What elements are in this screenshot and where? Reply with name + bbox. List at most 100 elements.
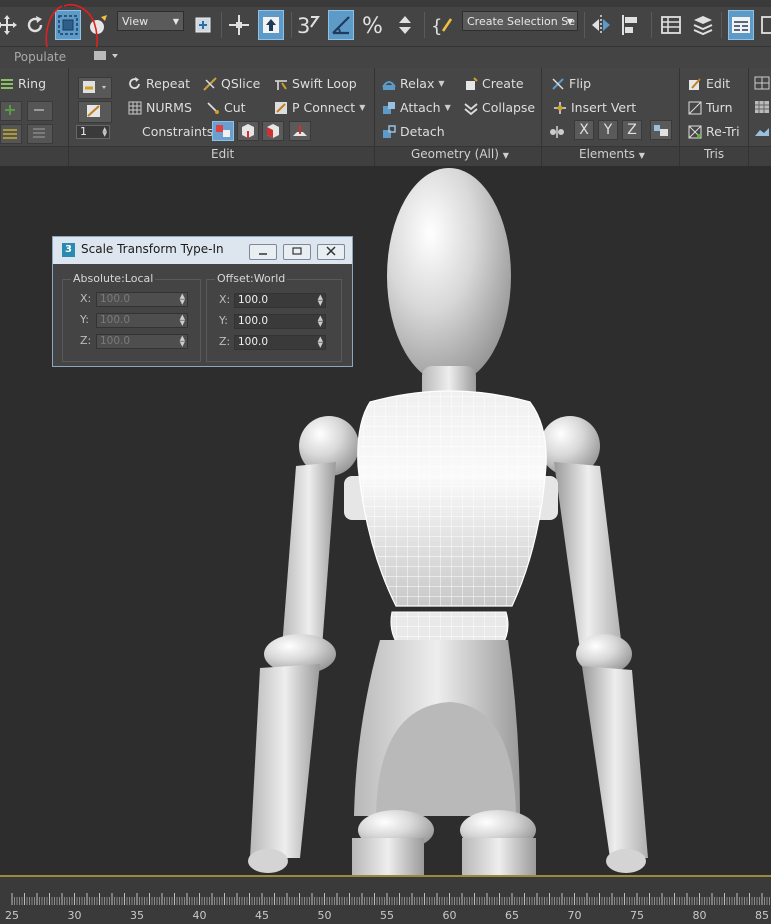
offset-y-field[interactable]: 100.0 ▲ ▼ [234, 314, 326, 329]
detach-button[interactable]: Detach [382, 124, 445, 139]
z-axis-button[interactable]: Z [622, 120, 642, 140]
turn-button[interactable]: Turn [688, 100, 733, 115]
axis-symmetry-icon [549, 124, 565, 143]
insert-vert-button[interactable]: Insert Vert [553, 100, 636, 115]
geometry-panel-label[interactable]: Geometry (All) ▼ [411, 147, 509, 161]
timeline-frame-label: 85 [755, 909, 769, 922]
p-connect-label: P Connect [292, 100, 356, 115]
shrink-button[interactable] [27, 101, 53, 121]
scale-transform-type-in-dialog: 3 Scale Transform Type-In Absolute:Local… [52, 236, 353, 367]
elements-panel-label[interactable]: Elements ▼ [579, 147, 645, 161]
timeline-frame-label: 50 [317, 909, 332, 922]
ring-mode-button[interactable] [27, 124, 53, 144]
create-label: Create [482, 76, 524, 91]
ribbon-toggle-icon[interactable] [728, 10, 754, 40]
layer-explorer-icon[interactable] [690, 10, 716, 40]
repeat-button[interactable]: Repeat [128, 76, 190, 91]
ring-button[interactable]: Ring [0, 76, 46, 91]
collapse-button[interactable]: Collapse [464, 100, 535, 115]
percent-snap-icon[interactable]: % [360, 10, 386, 40]
absolute-local-label: Absolute:Local [71, 272, 156, 285]
grow-button[interactable] [0, 101, 22, 121]
swift-loop-button[interactable]: Swift Loop [274, 76, 357, 91]
relax-label: Relax [400, 76, 435, 91]
dialog-title: Scale Transform Type-In [81, 242, 224, 256]
view-dropdown-label: View [122, 15, 149, 28]
attach-button[interactable]: Attach ▼ [382, 100, 451, 115]
maximize-button[interactable] [283, 244, 311, 260]
nurms-label: NURMS [146, 100, 192, 115]
edit-tris-button[interactable]: Edit [688, 76, 730, 91]
close-button[interactable] [317, 244, 345, 260]
constraint-face-button[interactable] [262, 121, 284, 141]
tris-panel-label[interactable]: Tris [704, 147, 724, 161]
offset-z-label: Z: [219, 335, 231, 348]
repeat-count-value: 1 [80, 125, 87, 138]
align-icon[interactable] [618, 10, 644, 40]
p-connect-button[interactable]: P Connect ▼ [274, 100, 365, 115]
ring-label: Ring [18, 76, 47, 91]
main-toolbar: View ▼ 3 % { Create Selection Se ▼ [0, 0, 771, 73]
tessellate-icon[interactable] [754, 100, 770, 117]
abs-y-field: 100.0 ▲ ▼ [96, 313, 188, 328]
pivot-center-icon[interactable] [190, 10, 216, 40]
attach-label: Attach [400, 100, 441, 115]
timeline-frame-label: 75 [630, 909, 644, 922]
svg-text:{: { [431, 16, 442, 37]
subdivision-icon[interactable] [754, 76, 770, 93]
relax-button[interactable]: Relax ▼ [382, 76, 445, 91]
x-axis-button[interactable]: X [574, 120, 594, 140]
swift-loop-label: Swift Loop [292, 76, 357, 91]
create-button[interactable]: Create [464, 76, 524, 91]
element-options-button[interactable] [650, 120, 672, 140]
time-slider-track[interactable]: 25 30 35 40 45 50 55 60 65 70 75 80 85 [0, 877, 771, 924]
graphite-icon[interactable] [758, 10, 771, 40]
y-axis-button[interactable]: Y [598, 120, 618, 140]
timeline-frame-label: 65 [505, 909, 519, 922]
mirror-icon[interactable] [588, 10, 614, 40]
move-icon[interactable] [0, 10, 20, 40]
dialog-titlebar[interactable]: 3 Scale Transform Type-In [53, 237, 352, 264]
re-tri-button[interactable]: Re-Tri [688, 124, 740, 139]
edit-panel-label[interactable]: Edit [211, 147, 234, 161]
keyboard-shortcut-override-icon[interactable] [258, 10, 284, 40]
qslice-button[interactable]: QSlice [203, 76, 260, 91]
cut-button[interactable]: Cut [206, 100, 246, 115]
spinner-snap-icon[interactable] [392, 10, 418, 40]
preserve-uvs-button[interactable] [78, 77, 112, 99]
svg-text:3: 3 [297, 14, 310, 37]
nurms-button[interactable]: NURMS [128, 100, 192, 115]
offset-x-field[interactable]: 100.0 ▲ ▼ [234, 293, 326, 308]
abs-x-field: 100.0 ▲ ▼ [96, 292, 188, 307]
scene-explorer-icon[interactable] [658, 10, 684, 40]
flip-label: Flip [569, 76, 592, 91]
offset-world-group: Offset:World X: 100.0 ▲ ▼ Y: 100.0 ▲ ▼ Z: 10… [206, 272, 342, 362]
minimize-button[interactable] [249, 244, 277, 260]
constraint-none-button[interactable] [212, 121, 234, 141]
absolute-local-group: Absolute:Local X: 100.0 ▲ ▼ Y: 100.0 ▲ ▼ Z: … [62, 272, 201, 362]
flip-button[interactable]: Flip [551, 76, 591, 91]
timeline-frame-label: 45 [255, 909, 269, 922]
timeline-frame-label: 60 [442, 909, 457, 922]
angle-snap-icon[interactable] [328, 10, 354, 40]
select-manipulate-icon[interactable] [226, 10, 252, 40]
detach-label: Detach [400, 124, 445, 139]
terrain-icon[interactable] [754, 126, 770, 140]
reference-coordinate-dropdown[interactable]: View ▼ [117, 11, 184, 31]
ribbon-options-icon[interactable] [92, 49, 120, 66]
insert-vert-label: Insert Vert [571, 100, 637, 115]
edit-named-selection-icon[interactable]: { [430, 10, 456, 40]
create-selection-set-dropdown[interactable]: Create Selection Se ▼ [462, 11, 578, 31]
snaps-toggle-icon[interactable]: 3 [296, 10, 322, 40]
offset-z-field[interactable]: 100.0 ▲ ▼ [234, 335, 326, 350]
constraint-normal-button[interactable] [289, 121, 311, 141]
abs-z-field: 100.0 ▲ ▼ [96, 334, 188, 349]
re-tri-label: Re-Tri [706, 124, 740, 139]
constraint-edge-button[interactable] [237, 121, 259, 141]
timeline-frame-label: 25 [5, 909, 19, 922]
populate-tab[interactable]: Populate [14, 50, 66, 64]
abs-y-label: Y: [80, 313, 89, 326]
loop-mode-button[interactable] [0, 124, 22, 144]
tweak-button[interactable] [78, 101, 112, 123]
repeat-count-spinner[interactable]: 1 ▲ ▼ [76, 125, 110, 139]
